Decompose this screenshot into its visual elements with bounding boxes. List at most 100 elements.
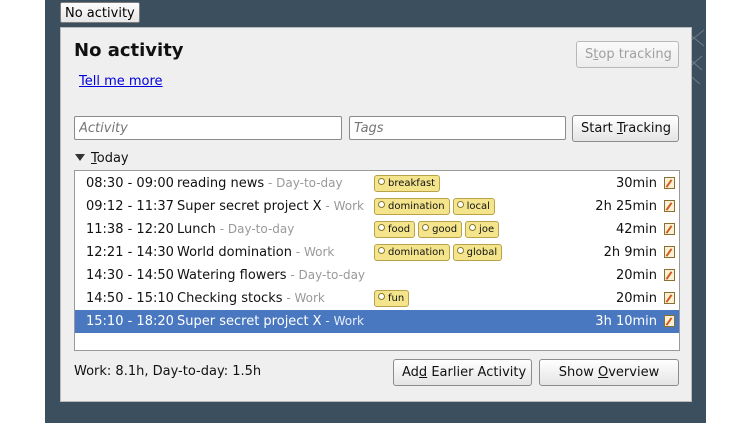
activity-category: Work <box>294 291 325 305</box>
start-tracking-button[interactable]: Start Tracking <box>572 115 679 142</box>
tag-hole-icon <box>378 247 385 254</box>
activity-name-cell: Super secret project X - Work <box>177 310 364 333</box>
activity-tags: domination local <box>374 198 498 215</box>
tag-label: fun <box>388 293 405 304</box>
activity-tags: fun <box>374 290 412 307</box>
activity-name: Checking stocks <box>177 291 283 306</box>
activity-duration: 3h 10min <box>595 314 657 329</box>
tell-me-more-link[interactable]: Tell me more <box>79 74 163 89</box>
tags-input[interactable] <box>349 116 566 140</box>
activity-row[interactable]: 15:10 - 18:20 Super secret project X - Wo… <box>75 310 679 333</box>
edit-icon[interactable] <box>664 223 675 235</box>
tag-badge: food <box>374 221 416 238</box>
activity-name: Watering flowers <box>177 268 287 283</box>
expander-triangle-icon <box>75 154 85 161</box>
page-title: No activity <box>74 40 184 61</box>
edit-icon[interactable] <box>664 200 675 212</box>
activity-category: Day-to-day <box>298 268 366 282</box>
activity-duration: 20min <box>615 291 657 306</box>
tag-hole-icon <box>456 201 464 208</box>
activity-row[interactable]: 12:21 - 14:30 World domination - Work domi… <box>75 241 679 264</box>
stop-tracking-button[interactable]: Stop tracking <box>576 41 679 68</box>
category-separator: - <box>215 222 228 236</box>
tag-label: local <box>466 201 490 212</box>
tag-hole-icon <box>422 224 430 231</box>
activity-tags: breakfast <box>374 175 443 192</box>
tray-activity-button[interactable]: No activity <box>60 2 140 23</box>
tag-badge: domination <box>374 198 450 215</box>
activity-time: 12:21 - 14:30 <box>86 245 174 260</box>
tag-hole-icon <box>378 201 385 208</box>
activity-name: Super secret project X <box>177 314 322 329</box>
add-earlier-activity-button[interactable]: Add Earlier Activity <box>393 359 532 386</box>
activity-name-cell: Checking stocks - Work <box>177 287 325 310</box>
activity-name: World domination <box>177 245 292 260</box>
activity-tags: domination global <box>374 244 505 261</box>
edit-icon[interactable] <box>664 269 675 281</box>
show-overview-button[interactable]: Show Overview <box>539 359 679 386</box>
activity-name-cell: Lunch - Day-to-day <box>177 218 294 241</box>
tag-hole-icon <box>378 178 385 185</box>
edit-icon[interactable] <box>664 246 675 258</box>
activity-time: 14:30 - 14:50 <box>86 268 174 283</box>
activity-time: 09:12 - 11:37 <box>86 199 174 214</box>
category-separator: - <box>264 176 277 190</box>
activity-name-cell: reading news - Day-to-day <box>177 172 343 195</box>
tag-label: joe <box>479 224 495 235</box>
activity-time: 08:30 - 09:00 <box>86 176 174 191</box>
tag-label: breakfast <box>388 178 436 189</box>
activity-row[interactable]: 11:38 - 12:20 Lunch - Day-to-day food good j… <box>75 218 679 241</box>
tag-label: domination <box>388 247 445 258</box>
edit-icon[interactable] <box>664 315 675 327</box>
edit-icon[interactable] <box>664 292 675 304</box>
activity-name-cell: Super secret project X - Work <box>177 195 364 218</box>
activity-duration: 42min <box>615 222 657 237</box>
activity-list[interactable]: 08:30 - 09:00 reading news - Day-to-day br… <box>74 170 680 351</box>
activity-input[interactable] <box>74 116 342 140</box>
activity-category: Day-to-day <box>276 176 343 190</box>
activity-category: Work <box>333 199 364 213</box>
tag-label: domination <box>388 201 445 212</box>
tag-badge: joe <box>465 221 500 238</box>
activity-category: Work <box>333 314 364 328</box>
activity-row[interactable]: 08:30 - 09:00 reading news - Day-to-day br… <box>75 172 679 195</box>
tag-badge: good <box>418 221 463 238</box>
tag-hole-icon <box>378 293 385 300</box>
activity-time: 15:10 - 18:20 <box>86 314 174 329</box>
tag-label: global <box>466 247 498 258</box>
tracker-window: No activity Tell me more Stop tracking S… <box>60 27 692 402</box>
category-separator: - <box>282 291 295 305</box>
tag-badge: domination <box>374 244 450 261</box>
tag-badge: breakfast <box>374 175 441 192</box>
totals-summary: Work: 8.1h, Day-to-day: 1.5h <box>74 364 262 379</box>
activity-duration: 20min <box>615 268 657 283</box>
activity-name: Super secret project X <box>177 199 322 214</box>
tag-badge: global <box>452 244 503 261</box>
category-separator: - <box>321 199 334 213</box>
category-separator: - <box>286 268 299 282</box>
tag-badge: fun <box>374 290 410 307</box>
day-expander-today[interactable]: Today <box>75 151 129 166</box>
activity-name-cell: World domination - Work <box>177 241 334 264</box>
tag-hole-icon <box>378 224 385 231</box>
activity-row[interactable]: 14:50 - 15:10 Checking stocks - Work fun 20… <box>75 287 679 310</box>
tag-label: good <box>432 224 458 235</box>
activity-duration: 30min <box>615 176 657 191</box>
edit-icon[interactable] <box>664 177 675 189</box>
activity-duration: 2h 25min <box>595 199 657 214</box>
tag-hole-icon <box>469 224 477 231</box>
activity-row[interactable]: 09:12 - 11:37 Super secret project X - Wo… <box>75 195 679 218</box>
tag-badge: local <box>452 198 495 215</box>
activity-name-cell: Watering flowers - Day-to-day <box>177 264 365 287</box>
activity-time: 14:50 - 15:10 <box>86 291 174 306</box>
activity-row[interactable]: 14:30 - 14:50 Watering flowers - Day-to-d… <box>75 264 679 287</box>
activity-time: 11:38 - 12:20 <box>86 222 174 237</box>
tag-label: food <box>388 224 411 235</box>
activity-category: Work <box>303 245 335 259</box>
activity-tags: food good joe <box>374 221 502 238</box>
activity-name: reading news <box>177 176 265 191</box>
tag-hole-icon <box>456 247 464 254</box>
category-separator: - <box>321 314 334 328</box>
activity-category: Day-to-day <box>227 222 295 236</box>
activity-duration: 2h 9min <box>603 245 657 260</box>
